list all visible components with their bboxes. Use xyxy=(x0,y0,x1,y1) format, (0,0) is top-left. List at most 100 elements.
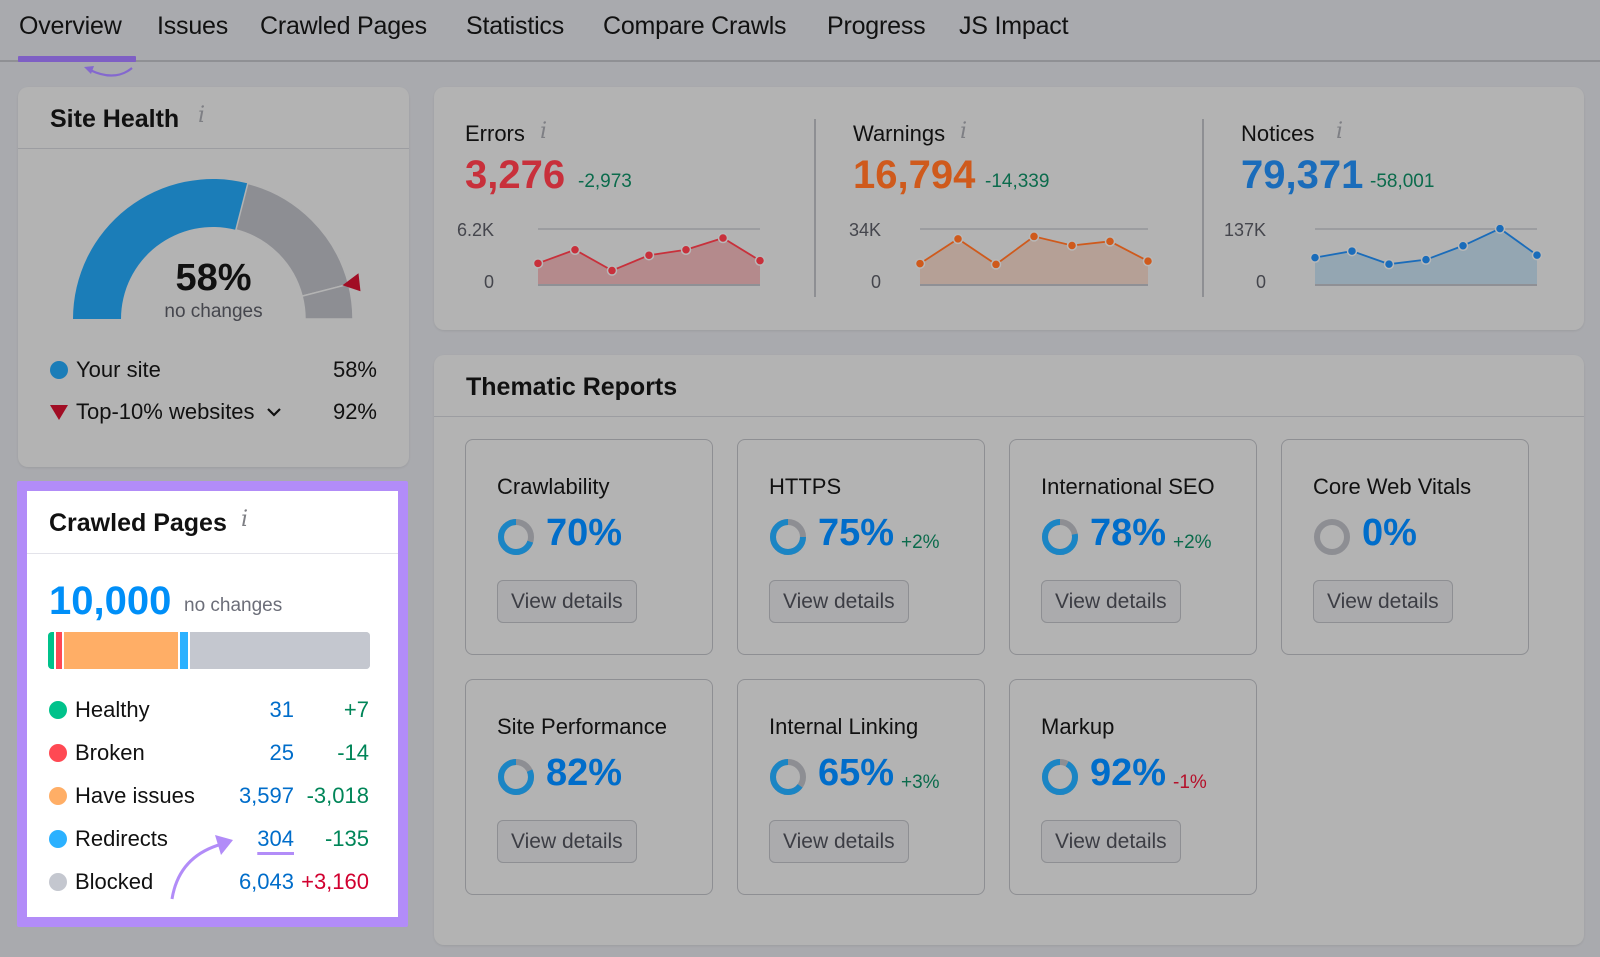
sparkline-point[interactable] xyxy=(1383,258,1395,270)
site-health-sub: no changes xyxy=(164,301,263,322)
sparkline-point[interactable] xyxy=(1531,249,1543,261)
card-delta: +2% xyxy=(1173,532,1212,553)
tab-compare-crawls[interactable]: Compare Crawls xyxy=(603,12,787,41)
thematic-card-international-seo: International SEO 78% +2% View details xyxy=(1009,439,1257,655)
sparkline-point[interactable] xyxy=(1457,240,1469,252)
bar-segment-redirects[interactable] xyxy=(179,632,190,669)
row-label: Blocked xyxy=(75,869,154,894)
bar-segment-healthy[interactable] xyxy=(48,632,56,669)
blocked-count[interactable]: 6,043 xyxy=(239,869,294,895)
healthy-dot-icon xyxy=(49,701,67,719)
sparkline-point[interactable] xyxy=(754,255,766,266)
sparkline-point[interactable] xyxy=(1066,240,1078,251)
tab-crawled-pages[interactable]: Crawled Pages xyxy=(260,12,427,41)
healthy-count[interactable]: 31 xyxy=(270,697,294,723)
crawled-pages-total[interactable]: 10,000 xyxy=(49,579,171,624)
sparkline-point[interactable] xyxy=(1346,245,1358,257)
tab-statistics[interactable]: Statistics xyxy=(466,12,564,41)
sparkline-point[interactable] xyxy=(532,258,544,269)
sparkline-point[interactable] xyxy=(606,265,618,276)
ring-track xyxy=(1314,519,1350,555)
notices-axis-max: 137K xyxy=(1223,220,1266,240)
redirects-count[interactable]: 304 xyxy=(257,826,294,852)
sparkline-point[interactable] xyxy=(914,258,926,269)
view-details-button[interactable]: View details xyxy=(497,820,637,863)
sparkline-point[interactable] xyxy=(1142,255,1154,267)
sparkline-point[interactable] xyxy=(952,233,964,245)
have-issues-change: -3,018 xyxy=(306,783,369,808)
card-title: Site Performance xyxy=(497,714,667,739)
tab-overview[interactable]: Overview xyxy=(19,12,122,41)
notices-value[interactable]: 79,371 xyxy=(1241,153,1363,198)
sparkline-point[interactable] xyxy=(643,249,655,261)
warnings-value[interactable]: 16,794 xyxy=(853,153,975,198)
card-score: 65% xyxy=(818,752,895,794)
annotation-arrow-icon xyxy=(84,66,133,77)
tab-js-impact[interactable]: JS Impact xyxy=(959,12,1069,41)
tab-issues[interactable]: Issues xyxy=(157,12,228,41)
tab-bar: Overview Issues Crawled Pages Statistics… xyxy=(0,0,1600,62)
info-icon[interactable]: i xyxy=(1336,119,1343,144)
view-details-button[interactable]: View details xyxy=(769,820,909,863)
bar-segment-broken[interactable] xyxy=(56,632,64,669)
legend-your-site: Your site xyxy=(50,357,161,383)
site-health-score: 58% xyxy=(175,257,252,299)
broken-count[interactable]: 25 xyxy=(270,740,294,766)
top10-dropdown[interactable]: Top-10% websites xyxy=(50,399,283,425)
view-details-button[interactable]: View details xyxy=(1313,580,1453,623)
have-issues-count[interactable]: 3,597 xyxy=(239,783,294,809)
sparkline-point[interactable] xyxy=(1420,254,1432,265)
thematic-card-https: HTTPS 75% +2% View details xyxy=(737,439,985,655)
annotation-arrow-icon xyxy=(170,835,233,900)
bar-segment-blocked[interactable] xyxy=(189,632,370,669)
card-score: 82% xyxy=(546,752,623,794)
sparkline-point[interactable] xyxy=(1309,252,1321,263)
triangle-down-icon xyxy=(50,405,68,420)
view-details-button[interactable]: View details xyxy=(769,580,909,623)
ring-fill xyxy=(1042,759,1078,795)
view-details-button[interactable]: View details xyxy=(1041,820,1181,863)
info-icon[interactable]: i xyxy=(960,119,967,144)
info-icon[interactable]: i xyxy=(241,507,248,532)
card-score: 78% xyxy=(1090,512,1167,554)
crawled-pages-sub: no changes xyxy=(184,595,283,616)
sparkline-point[interactable] xyxy=(569,244,581,256)
sparkline-area xyxy=(538,238,760,285)
broken-change: -14 xyxy=(337,740,369,765)
sparkline-point[interactable] xyxy=(1104,236,1116,247)
thematic-title: Thematic Reports xyxy=(466,373,678,401)
progress-ring-icon xyxy=(770,759,806,795)
sparkline-point[interactable] xyxy=(1494,225,1506,234)
view-details-button[interactable]: View details xyxy=(1041,580,1181,623)
card-delta: +3% xyxy=(901,772,940,793)
thematic-header: Thematic Reports xyxy=(434,355,1584,417)
row-label: Broken xyxy=(75,740,145,765)
blocked-dot-icon xyxy=(49,873,67,891)
sparkline-point[interactable] xyxy=(990,259,1002,270)
card-delta: +2% xyxy=(901,532,940,553)
info-icon[interactable]: i xyxy=(540,119,547,144)
crawled-pages-highlight: Crawled Pages i 10,000 no changes Health… xyxy=(17,481,408,927)
bar-segment-have-issues[interactable] xyxy=(64,632,180,669)
tab-progress[interactable]: Progress xyxy=(827,12,926,41)
notices-sparkline xyxy=(1309,225,1543,286)
errors-axis-max: 6.2K xyxy=(456,220,494,240)
info-icon[interactable]: i xyxy=(198,103,205,128)
sparkline-point[interactable] xyxy=(680,244,692,256)
warnings-axis-min: 0 xyxy=(870,272,881,292)
progress-ring-icon xyxy=(498,519,534,555)
errors-value[interactable]: 3,276 xyxy=(465,153,565,198)
crawled-pages-header: Crawled Pages i xyxy=(27,491,398,554)
sparkline-point[interactable] xyxy=(1028,231,1040,242)
progress-ring-icon xyxy=(498,759,534,795)
redirects-dot-icon xyxy=(49,830,67,848)
issues-dot-icon xyxy=(49,787,67,805)
errors-sparkline xyxy=(532,228,766,286)
view-details-button[interactable]: View details xyxy=(497,580,637,623)
site-health-title: Site Health xyxy=(50,105,180,133)
top10-value: 92% xyxy=(332,399,377,424)
sparkline-point[interactable] xyxy=(717,232,729,244)
broken-dot-icon xyxy=(49,744,67,762)
crawled-pages-bar xyxy=(48,632,370,669)
divider xyxy=(814,119,816,297)
